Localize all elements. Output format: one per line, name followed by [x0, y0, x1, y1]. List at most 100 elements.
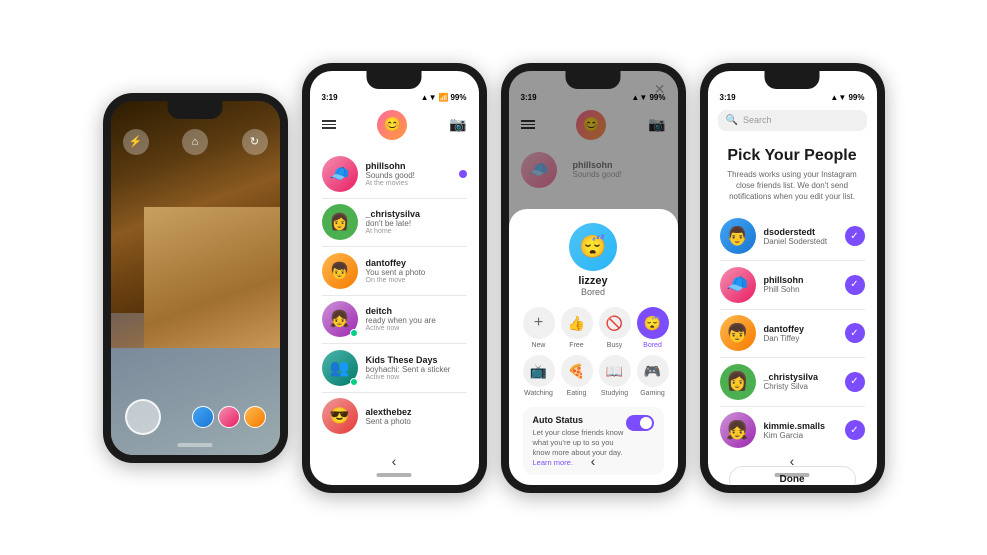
eating-btn[interactable]: 🍕: [561, 355, 593, 387]
message-list: 🧢 phillsohn Sounds good! At the movies 👩: [310, 146, 479, 445]
status-time-4: 3:19: [720, 93, 736, 102]
status-item-busy[interactable]: 🚫 Busy: [599, 307, 631, 349]
modal-close-button[interactable]: ✕: [654, 81, 666, 98]
avatar-phillsohn: 🧢: [322, 156, 358, 192]
status-icons-4: ▲▼ 99%: [830, 93, 864, 102]
flash-icon[interactable]: ⚡: [123, 129, 149, 155]
avatar-christy-pp: 👩: [720, 364, 756, 400]
free-btn[interactable]: 👍: [561, 307, 593, 339]
back-arrow-2[interactable]: ‹: [392, 453, 397, 469]
modal-avatar: 😴: [569, 223, 617, 271]
flip-camera-icon[interactable]: ↻: [242, 129, 268, 155]
avatar-dsoderstedt: 👨: [720, 218, 756, 254]
avatar-phillsohn-pp: 🧢: [720, 267, 756, 303]
pick-title-section: Pick Your People Threads works using you…: [708, 137, 877, 209]
avatar-christy: 👩: [322, 204, 358, 240]
camera-icon[interactable]: 📷: [449, 116, 466, 133]
gaming-btn[interactable]: 🎮: [637, 355, 669, 387]
search-bar[interactable]: 🔍 Search: [718, 110, 867, 131]
avatar-kimmie: 👧: [720, 412, 756, 448]
phones-container: ⚡ ⌂ ↻ 3:19: [0, 0, 987, 555]
bored-btn[interactable]: 😴: [637, 307, 669, 339]
mini-avatar-2: [218, 406, 240, 428]
status-item-bored[interactable]: 😴 Bored: [637, 307, 669, 349]
shutter-button[interactable]: [125, 399, 161, 435]
mini-avatar-1: [192, 406, 214, 428]
name-dsoderstedt: dsoderstedt: [764, 227, 837, 237]
back-arrow-3[interactable]: ‹: [591, 453, 596, 469]
online-indicator-2: [350, 378, 358, 386]
camera-overlay: ⚡ ⌂ ↻: [111, 101, 280, 455]
check-christy[interactable]: ✓: [845, 372, 865, 392]
notch-4: [765, 71, 820, 89]
list-item[interactable]: 🧢 phillsohn Sounds good! At the movies: [310, 150, 479, 198]
info-christy: _christysilva Christy Silva: [764, 372, 837, 391]
list-item[interactable]: 👧 deitch ready when you are Active now: [310, 295, 479, 343]
online-indicator: [350, 329, 358, 337]
avatar-dantoffey: 👦: [322, 253, 358, 289]
status-item-free[interactable]: 👍 Free: [561, 307, 593, 349]
msg-text-alexthebez: alexthebez Sent a photo: [366, 407, 467, 426]
search-placeholder-text: Search: [743, 115, 772, 125]
msg-text-christy: _christysilva don't be late! At home: [366, 209, 467, 235]
watching-btn[interactable]: 📺: [523, 355, 555, 387]
avatar-row: [192, 406, 266, 428]
msg-text-dantoffey: dantoffey You sent a photo On the move: [366, 258, 467, 284]
studying-btn[interactable]: 📖: [599, 355, 631, 387]
status-item-studying[interactable]: 📖 Studying: [599, 355, 631, 397]
list-item[interactable]: 👩 _christysilva don't be late! At home: [310, 198, 479, 246]
list-item[interactable]: 👦 dantoffey You sent a photo On the move: [310, 247, 479, 295]
person-item-phillsohn[interactable]: 🧢 phillsohn Phill Sohn ✓: [708, 261, 877, 309]
info-phillsohn: phillsohn Phill Sohn: [764, 275, 837, 294]
status-modal: ✕ 😴 lizzey Bored + New 👍 Free: [509, 209, 678, 484]
status-item-new[interactable]: + New: [523, 307, 555, 349]
learn-more-link[interactable]: Learn more.: [533, 458, 626, 467]
camera-bottom-bar: [111, 399, 280, 435]
check-dantoffey[interactable]: ✓: [845, 323, 865, 343]
status-item-watching[interactable]: 📺 Watching: [523, 355, 555, 397]
person-item-dsoderstedt[interactable]: 👨 dsoderstedt Daniel Soderstedt ✓: [708, 212, 877, 260]
home-indicator-1: [178, 443, 213, 447]
msg-text-phillsohn: phillsohn Sounds good! At the movies: [366, 161, 451, 187]
status-icons-2: ▲▼ 📶 99%: [421, 93, 467, 102]
pick-subtitle: Threads works using your Instagram close…: [722, 169, 863, 203]
person-item-dantoffey[interactable]: 👦 dantoffey Dan Tiffey ✓: [708, 309, 877, 357]
check-phillsohn[interactable]: ✓: [845, 275, 865, 295]
status-item-gaming[interactable]: 🎮 Gaming: [637, 355, 669, 397]
msg-text-deitch: deitch ready when you are Active now: [366, 306, 467, 332]
auto-status-description: Let your close friends know what you're …: [533, 428, 626, 457]
busy-btn[interactable]: 🚫: [599, 307, 631, 339]
auto-status-toggle[interactable]: [626, 415, 654, 431]
modal-overlay[interactable]: ✕ 😴 lizzey Bored + New 👍 Free: [509, 71, 678, 485]
home-indicator-4: [775, 473, 810, 477]
home-icon[interactable]: ⌂: [182, 129, 208, 155]
back-arrow-4[interactable]: ‹: [790, 453, 795, 469]
name-phillsohn: phillsohn: [764, 275, 837, 285]
home-indicator-2: [377, 473, 412, 477]
person-item-kimmie[interactable]: 👧 kimmie.smalls Kim Garcia ✓: [708, 406, 877, 454]
modal-status-text: Bored: [581, 287, 605, 297]
profile-avatar[interactable]: 😊: [377, 110, 407, 140]
toggle-thumb: [640, 417, 652, 429]
info-dsoderstedt: dsoderstedt Daniel Soderstedt: [764, 227, 837, 246]
menu-icon[interactable]: [322, 118, 336, 131]
list-item[interactable]: 😎 alexthebez Sent a photo: [310, 392, 479, 440]
person-item-christy[interactable]: 👩 _christysilva Christy Silva ✓: [708, 358, 877, 406]
check-kimmie[interactable]: ✓: [845, 420, 865, 440]
avatar-deitch: 👧: [322, 301, 358, 337]
status-grid: + New 👍 Free 🚫 Busy 😴: [523, 307, 664, 397]
notch-1: [168, 101, 223, 119]
name-dantoffey: dantoffey: [764, 324, 837, 334]
check-dsoderstedt[interactable]: ✓: [845, 226, 865, 246]
handle-christy: Christy Silva: [764, 382, 837, 391]
modal-user-info: 😴 lizzey Bored: [523, 223, 664, 297]
unread-dot: [459, 170, 467, 178]
notch-2: [367, 71, 422, 89]
list-item[interactable]: 👥 Kids These Days boyhachi: Sent a stick…: [310, 344, 479, 392]
status-item-eating[interactable]: 🍕 Eating: [561, 355, 593, 397]
avatar-alexthebez: 😎: [322, 398, 358, 434]
handle-dsoderstedt: Daniel Soderstedt: [764, 237, 837, 246]
new-status-btn[interactable]: +: [523, 307, 555, 339]
handle-phillsohn: Phill Sohn: [764, 285, 837, 294]
mini-avatar-3: [244, 406, 266, 428]
